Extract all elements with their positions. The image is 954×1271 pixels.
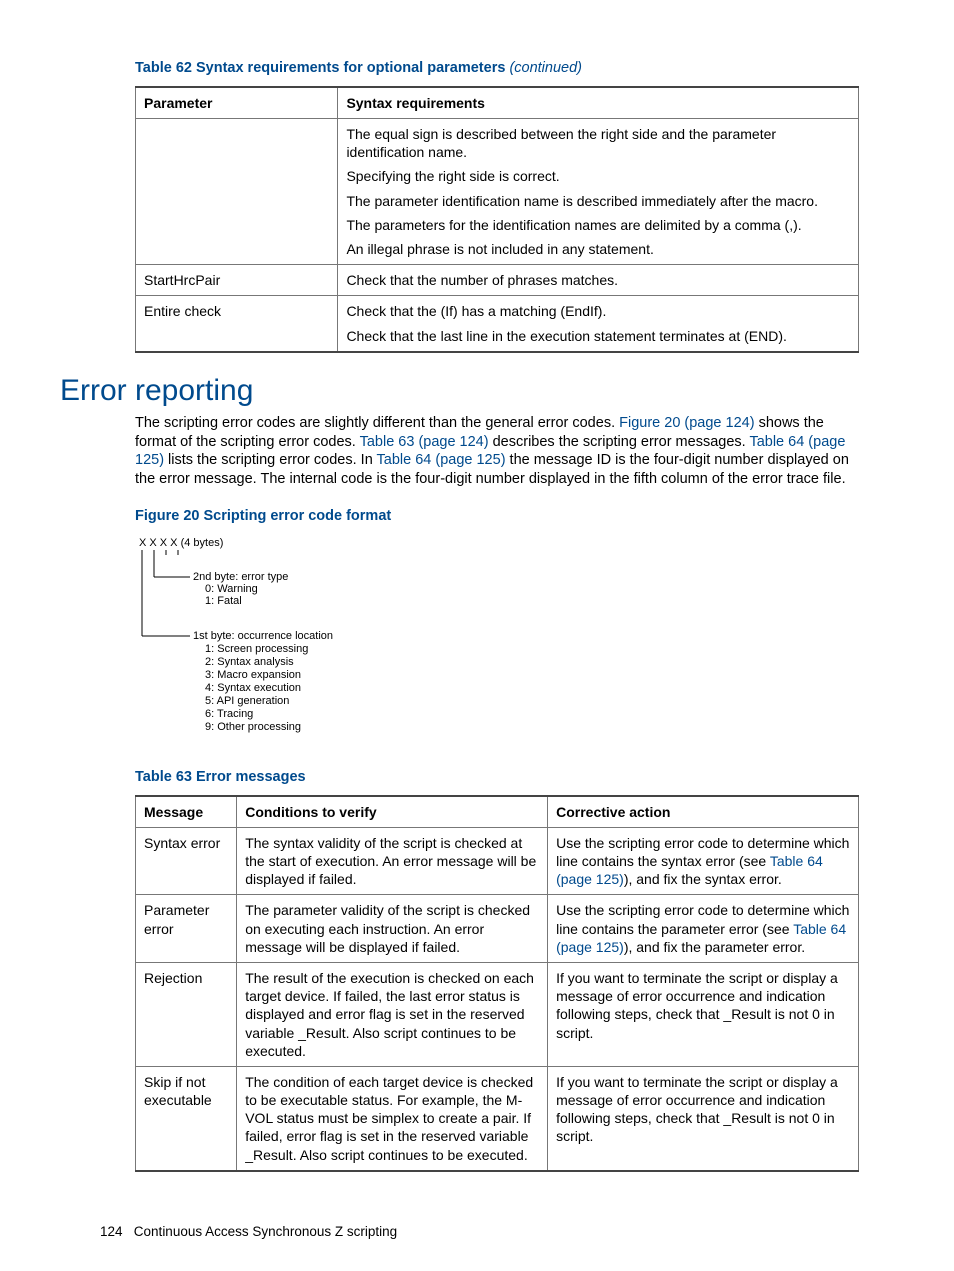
table63: Message Conditions to verify Corrective …	[135, 795, 859, 1172]
para: Check that the last line in the executio…	[346, 327, 850, 345]
table63-caption: Table 63 Error messages	[135, 768, 859, 787]
fig-g1-4: 5: API generation	[205, 695, 289, 707]
link-table63[interactable]: Table 63 (page 124)	[360, 434, 489, 450]
fig-g2-0: 0: Warning	[205, 583, 258, 595]
t63-h2: Corrective action	[548, 796, 859, 828]
para: Check that the number of phrases matches…	[346, 271, 850, 289]
t63-h1: Conditions to verify	[237, 796, 548, 828]
caption-main: Table 62 Syntax requirements for optiona…	[135, 60, 509, 76]
cell: The syntax validity of the script is che…	[237, 827, 548, 895]
para: The parameter identification name is des…	[346, 192, 850, 210]
fig-g1-5: 6: Tracing	[205, 708, 253, 720]
link-table64b[interactable]: Table 64 (page 125)	[377, 452, 506, 468]
cell: Check that the number of phrases matches…	[338, 265, 859, 296]
cell: Check that the (If) has a matching (EndI…	[338, 296, 859, 352]
body-paragraph: The scripting error codes are slightly d…	[135, 414, 859, 489]
cell: The result of the execution is checked o…	[237, 962, 548, 1066]
cell: Use the scripting error code to determin…	[548, 827, 859, 895]
para: Specifying the right side is correct.	[346, 167, 850, 185]
fig-g1-0: 1: Screen processing	[205, 643, 308, 655]
cell: Syntax error	[136, 827, 237, 895]
t63-h0: Message	[136, 796, 237, 828]
caption-continued: (continued)	[509, 60, 582, 76]
para: An illegal phrase is not included in any…	[346, 240, 850, 258]
link-figure20[interactable]: Figure 20 (page 124)	[619, 415, 754, 431]
fig-g1-1: 2: Syntax analysis	[205, 656, 294, 668]
fig-g1-6: 9: Other processing	[205, 721, 301, 733]
txt: ), and fix the parameter error.	[624, 939, 805, 955]
cell: If you want to terminate the script or d…	[548, 962, 859, 1066]
txt: If you want to terminate the script or d…	[556, 1074, 838, 1145]
page-footer: 124 Continuous Access Synchronous Z scri…	[100, 1223, 397, 1241]
fig-top-label: X X X X (4 bytes)	[139, 537, 223, 549]
table-row: Entire check Check that the (If) has a m…	[136, 296, 859, 352]
fig-g1-3: 4: Syntax execution	[205, 682, 301, 694]
cell: If you want to terminate the script or d…	[548, 1066, 859, 1170]
cell: Entire check	[136, 296, 338, 352]
table-row: Skip if not executable The condition of …	[136, 1066, 859, 1170]
cell: Use the scripting error code to determin…	[548, 895, 859, 963]
section-heading: Error reporting	[60, 371, 859, 410]
figure20-caption: Figure 20 Scripting error code format	[135, 507, 859, 526]
table-row: The equal sign is described between the …	[136, 119, 859, 265]
figure20-diagram: text { font-family: Arial, sans-serif; f…	[135, 534, 859, 750]
t62-h0: Parameter	[136, 87, 338, 119]
txt: If you want to terminate the script or d…	[556, 970, 838, 1041]
fig-g2-1: 1: Fatal	[205, 595, 242, 607]
page-number: 124	[100, 1224, 123, 1239]
table-row: Parameter error The parameter validity o…	[136, 895, 859, 963]
cell: The parameter validity of the script is …	[237, 895, 548, 963]
table-row: Syntax error The syntax validity of the …	[136, 827, 859, 895]
para: The parameters for the identification na…	[346, 216, 850, 234]
cell: Skip if not executable	[136, 1066, 237, 1170]
fig-g2-title: 2nd byte: error type	[193, 571, 288, 583]
table-row: Rejection The result of the execution is…	[136, 962, 859, 1066]
txt: The scripting error codes are slightly d…	[135, 415, 619, 431]
cell: Rejection	[136, 962, 237, 1066]
para: The equal sign is described between the …	[346, 125, 850, 161]
txt: lists the scripting error codes. In	[164, 452, 377, 468]
footer-title: Continuous Access Synchronous Z scriptin…	[134, 1224, 397, 1239]
table-row: StartHrcPair Check that the number of ph…	[136, 265, 859, 296]
fig-g1-2: 3: Macro expansion	[205, 669, 301, 681]
cell: StartHrcPair	[136, 265, 338, 296]
table62: Parameter Syntax requirements The equal …	[135, 86, 859, 353]
cell: The equal sign is described between the …	[338, 119, 859, 265]
cell: Parameter error	[136, 895, 237, 963]
t62-h1: Syntax requirements	[338, 87, 859, 119]
txt: ), and fix the syntax error.	[624, 871, 782, 887]
fig-g1-title: 1st byte: occurrence location	[193, 630, 333, 642]
cell: The condition of each target device is c…	[237, 1066, 548, 1170]
table62-caption: Table 62 Syntax requirements for optiona…	[135, 59, 859, 78]
txt: describes the scripting error messages.	[489, 434, 750, 450]
cell	[136, 119, 338, 265]
para: Check that the (If) has a matching (EndI…	[346, 302, 850, 320]
